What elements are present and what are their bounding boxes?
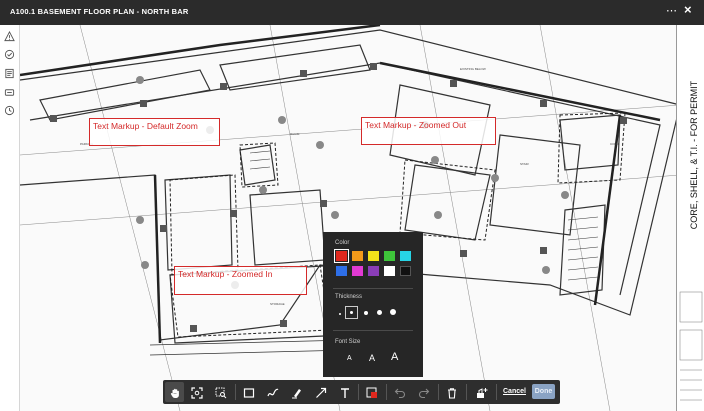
color-style-icon[interactable] [366,386,378,398]
toolbar-separator [235,384,236,400]
font-size-medium[interactable]: A [369,353,375,363]
arrow-icon[interactable] [315,386,327,398]
text-markup-zoomed-out[interactable]: Text Markup - Zoomed Out [361,117,496,145]
thickness-option-2[interactable] [350,311,353,314]
title-block-vertical-text: CORE, SHELL, & T.I. - FOR PERMIT [689,80,699,230]
sheet-icon[interactable] [4,68,15,79]
divider [333,288,413,289]
color-swatch-black[interactable] [400,266,411,276]
text-markup-zoomed-in[interactable]: Text Markup - Zoomed In [174,266,307,295]
color-swatch-green[interactable] [384,251,395,261]
title-block-text: CORE, SHELL, & T.I. - FOR PERMIT [688,40,700,280]
title-bar: A100.1 BASEMENT FLOOR PLAN - NORTH BAR ⋯… [0,0,704,25]
close-icon[interactable]: × [684,2,692,17]
svg-text:EXISTING BELOW: EXISTING BELOW [460,67,486,71]
font-size-large[interactable]: A [391,351,398,363]
window-title: A100.1 BASEMENT FLOOR PLAN - NORTH BAR [10,7,189,16]
trash-icon[interactable] [446,386,458,399]
thickness-label: Thickness [335,294,363,300]
done-button[interactable]: Done [532,384,555,399]
thickness-option-5[interactable] [390,309,396,315]
color-swatch-orange[interactable] [352,251,363,261]
cancel-button[interactable]: Cancel [503,388,526,395]
stamp-icon[interactable] [476,386,488,398]
color-swatch-white[interactable] [384,266,395,276]
check-circle-icon[interactable] [4,49,15,60]
text-markup-default-zoom[interactable]: Text Markup - Default Zoom [89,118,220,146]
markup-text: Text Markup - Zoomed In [178,269,273,279]
color-swatch-blue[interactable] [336,266,347,276]
svg-text:CORR.: CORR. [610,142,620,146]
font-size-label: Font Size [335,339,361,345]
toolbar-separator [358,384,359,400]
more-icon[interactable]: ⋯ [666,4,677,17]
title-block-details [679,291,703,401]
text-icon[interactable] [339,386,351,398]
color-swatch-purple[interactable] [368,266,379,276]
thickness-option-4[interactable] [377,310,382,315]
markup-text: Text Markup - Default Zoom [93,121,198,131]
zoom-area-icon[interactable] [215,386,227,399]
toolbar-separator [466,384,467,400]
toolbar-separator [386,384,387,400]
markup-text: Text Markup - Zoomed Out [365,120,467,130]
divider [333,330,413,331]
warning-icon[interactable] [4,31,15,42]
highlighter-icon[interactable] [291,386,303,399]
color-swatch-cyan[interactable] [400,251,411,261]
color-swatch-red[interactable] [334,249,349,263]
svg-text:STAIR: STAIR [520,162,529,166]
svg-text:ROOM: ROOM [290,132,300,136]
tag-icon[interactable] [4,87,15,98]
color-swatch-yellow[interactable] [368,251,379,261]
color-swatch-magenta[interactable] [352,266,363,276]
redo-icon[interactable] [418,386,430,399]
freehand-icon[interactable] [267,386,279,398]
zoom-fit-icon[interactable] [191,386,203,399]
thickness-option-3[interactable] [364,311,368,315]
pan-icon[interactable] [169,386,181,398]
clock-icon[interactable] [4,105,15,116]
undo-icon[interactable] [394,386,406,399]
rectangle-icon[interactable] [243,386,255,398]
left-toolbar [0,25,20,411]
thickness-option-1[interactable] [339,313,341,315]
color-label: Color [335,240,350,246]
font-size-small[interactable]: A [347,355,352,362]
svg-text:STORAGE: STORAGE [270,302,285,306]
toolbar-separator [496,384,497,400]
toolbar-separator [438,384,439,400]
